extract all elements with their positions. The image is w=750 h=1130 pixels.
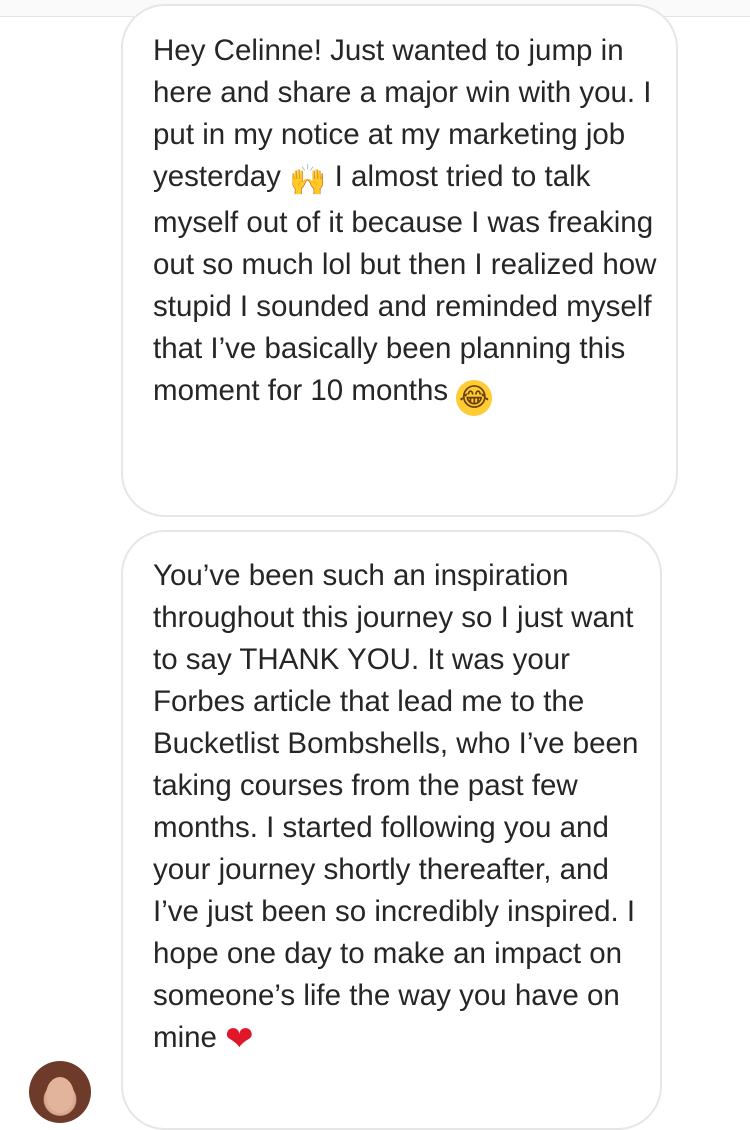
message-text-1: Hey Celinne! Just wanted to jump in here… <box>153 30 663 416</box>
message-2-text: You’ve been such an inspiration througho… <box>153 559 639 1054</box>
message-bubble-1[interactable]: Hey Celinne! Just wanted to jump in here… <box>121 4 678 517</box>
avatar-face <box>46 1077 74 1113</box>
raised-hands-emoji-icon: 🙌 <box>289 163 327 198</box>
red-heart-emoji-icon: ❤ <box>225 1019 254 1059</box>
sender-avatar[interactable] <box>29 1061 91 1123</box>
message-text-2: You’ve been such an inspiration througho… <box>153 555 648 1060</box>
message-bubble-2[interactable]: You’ve been such an inspiration througho… <box>121 530 662 1130</box>
laughing-emoji-icon: 😂 <box>456 380 493 416</box>
message-1-text-part-2: I almost tried to talk myself out of it … <box>153 160 657 407</box>
